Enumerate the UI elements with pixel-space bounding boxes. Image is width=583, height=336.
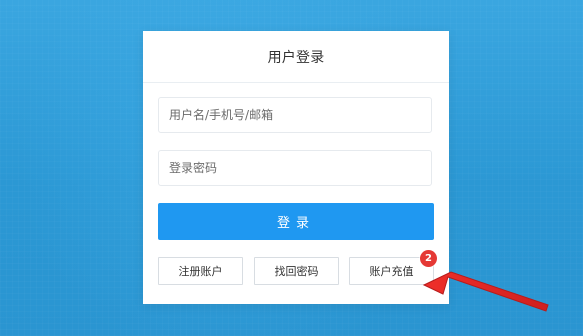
- login-card-header: 用户登录: [143, 31, 449, 83]
- login-button[interactable]: 登录: [158, 203, 434, 240]
- step-number-badge: 2: [420, 250, 437, 267]
- login-card: 用户登录 登录 注册账户 找回密码 账户充值: [143, 31, 449, 304]
- password-input[interactable]: [158, 150, 432, 186]
- recover-password-button[interactable]: 找回密码: [254, 257, 339, 285]
- register-account-button[interactable]: 注册账户: [158, 257, 243, 285]
- username-input[interactable]: [158, 97, 432, 133]
- login-title: 用户登录: [267, 49, 325, 66]
